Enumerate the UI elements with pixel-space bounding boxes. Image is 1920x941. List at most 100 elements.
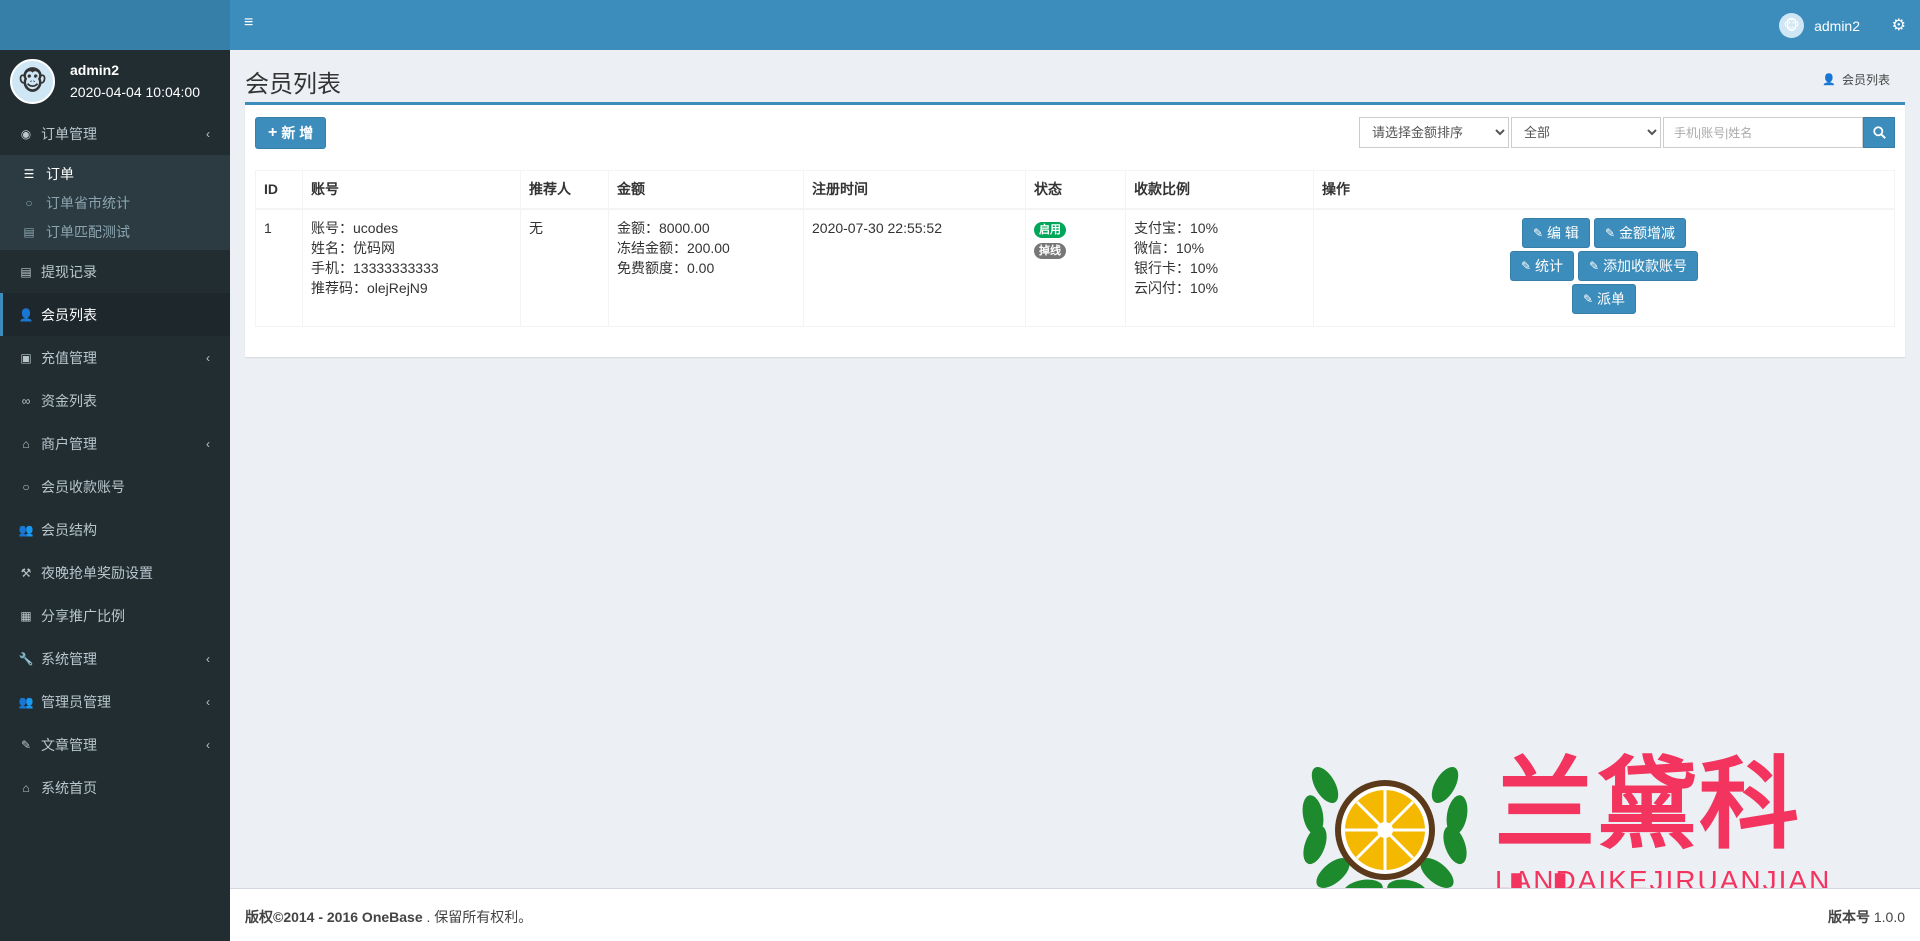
sidebar-item-merchants[interactable]: ⌂ 商户管理 ‹ bbox=[0, 422, 230, 465]
add-member-button[interactable]: + 新 增 bbox=[255, 117, 327, 149]
copyright: 版权©2014 - 2016 OneBase . 保留所有权利。 bbox=[245, 907, 532, 927]
version-label: 版本号 bbox=[1827, 909, 1870, 925]
sidebar-item-label: 会员结构 bbox=[41, 521, 97, 538]
sidebar-item-label: 管理员管理 bbox=[41, 693, 111, 710]
wrench-icon: 🔧 bbox=[18, 651, 34, 666]
sidebar-item-admins[interactable]: 👥 管理员管理 ‹ bbox=[0, 680, 230, 723]
sidebar-item-label: 会员收款账号 bbox=[41, 478, 125, 495]
col-status: 状态 bbox=[1025, 170, 1126, 210]
sidebar-item-orders[interactable]: ◉ 订单管理 ‹ bbox=[0, 112, 230, 155]
watermark-logo: 兰黛科技 LANDAIKEJIRUANJIAN bbox=[1295, 745, 1895, 941]
sidebar-item-label: 夜晚抢单奖励设置 bbox=[41, 564, 153, 581]
col-reg-time: 注册时间 bbox=[803, 170, 1026, 210]
sidebar-item-label: 会员列表 bbox=[41, 306, 97, 323]
sidebar-item-label: 提现记录 bbox=[41, 263, 97, 280]
submenu-item-order[interactable]: ☰ 订单 bbox=[0, 159, 230, 188]
content-header: 会员列表 👤 会员列表 bbox=[230, 50, 1920, 102]
rate-alipay: 支付宝：10% bbox=[1134, 219, 1219, 236]
status-badge-enabled: 启用 bbox=[1034, 221, 1066, 238]
laurel-orange-logo-icon bbox=[1302, 766, 1468, 901]
rate-cloudpay: 云闪付：10% bbox=[1134, 279, 1219, 296]
table-header-row: ID 账号 推荐人 金额 注册时间 状态 收款比例 操作 bbox=[255, 170, 1895, 210]
sidebar-item-label: 分享推广比例 bbox=[41, 607, 125, 624]
copyright-rest: . 保留所有权利。 bbox=[426, 909, 533, 925]
amount-text: 金额：8000.00 bbox=[617, 219, 710, 236]
users-icon: 👥 bbox=[18, 522, 34, 537]
search-input[interactable] bbox=[1663, 117, 1863, 148]
status-filter-select[interactable]: 全部 bbox=[1511, 117, 1661, 148]
sidebar-item-withdrawals[interactable]: ▤ 提现记录 bbox=[0, 250, 230, 293]
phone-text: 手机：13333333333 bbox=[311, 259, 439, 276]
cell-rate: 支付宝：10% 微信：10% 银行卡：10% 云闪付：10% bbox=[1125, 208, 1314, 327]
amount-sort-select[interactable]: 请选择金额排序 bbox=[1359, 117, 1509, 148]
users-icon: 👥 bbox=[18, 694, 34, 709]
chevron-left-icon: ‹ bbox=[206, 350, 210, 365]
sidebar-item-label: 订单管理 bbox=[41, 125, 97, 142]
table-row: 1 账号：ucodes 姓名：优码网 手机：13333333333 推荐码：ol… bbox=[255, 208, 1895, 327]
status-badge-offline: 掉线 bbox=[1034, 242, 1066, 259]
stats-button[interactable]: ✎ 统计 bbox=[1509, 250, 1574, 281]
cell-amount: 金额：8000.00 冻结金额：200.00 免费额度：0.00 bbox=[608, 208, 804, 327]
copyright-bold: 版权©2014 - 2016 OneBase bbox=[245, 909, 423, 925]
user-icon: 👤 bbox=[18, 307, 34, 322]
circle-icon: ○ bbox=[22, 479, 30, 494]
sidebar-item-member-structure[interactable]: 👥 会员结构 bbox=[0, 508, 230, 551]
sidebar-menu: ◉ 订单管理 ‹ ☰ 订单 ○ 订单省市统计 ▤ 订单匹配测试 ▤ 提现记录 👤… bbox=[0, 112, 230, 809]
version: 版本号 1.0.0 bbox=[1828, 907, 1905, 927]
chevron-left-icon: ‹ bbox=[206, 436, 210, 451]
edit-icon: ✎ bbox=[1582, 291, 1594, 306]
add-account-button[interactable]: ✎ 添加收款账号 bbox=[1578, 250, 1699, 281]
col-account: 账号 bbox=[302, 170, 521, 210]
sidebar-item-label: 系统首页 bbox=[41, 779, 97, 796]
version-value: 1.0.0 bbox=[1873, 909, 1905, 925]
top-navbar: ≡ 🐵 admin2 ⚙ bbox=[230, 0, 1920, 50]
sidebar-item-share-ratio[interactable]: ▦ 分享推广比例 bbox=[0, 594, 230, 637]
sidebar-item-label: 充值管理 bbox=[41, 349, 97, 366]
file-icon: ▤ bbox=[23, 224, 35, 239]
edit-icon: ✎ bbox=[1520, 258, 1531, 273]
cell-id: 1 bbox=[255, 208, 303, 327]
submenu-item-match-test[interactable]: ▤ 订单匹配测试 bbox=[0, 217, 230, 246]
cell-reg-time: 2020-07-30 22:55:52 bbox=[803, 208, 1026, 327]
search-icon bbox=[1872, 126, 1886, 139]
sidebar-item-night-reward[interactable]: ⚒ 夜晚抢单奖励设置 bbox=[0, 551, 230, 594]
account-text: 账号：ucodes bbox=[311, 219, 399, 236]
header-user-menu[interactable]: 🐵 admin2 bbox=[1779, 13, 1860, 38]
home-icon: ⌂ bbox=[22, 780, 30, 795]
circle-icon: ○ bbox=[25, 195, 33, 210]
login-time: 2020-04-04 10:04:00 bbox=[70, 84, 200, 100]
cell-account: 账号：ucodes 姓名：优码网 手机：13333333333 推荐码：olej… bbox=[302, 208, 521, 327]
sidebar-item-home[interactable]: ⌂ 系统首页 bbox=[0, 766, 230, 809]
ref-code-text: 推荐码：olejRejN9 bbox=[311, 279, 428, 296]
frozen-text: 冻结金额：200.00 bbox=[617, 239, 730, 256]
sidebar-item-system[interactable]: 🔧 系统管理 ‹ bbox=[0, 637, 230, 680]
sidebar-item-funds[interactable]: ∞ 资金列表 bbox=[0, 379, 230, 422]
cell-referrer: 无 bbox=[520, 208, 609, 327]
sidebar-item-label: 商户管理 bbox=[41, 435, 97, 452]
gears-icon[interactable]: ⚙ bbox=[1892, 15, 1906, 35]
col-id: ID bbox=[255, 170, 303, 210]
sidebar-item-member-accounts[interactable]: ○ 会员收款账号 bbox=[0, 465, 230, 508]
edit-icon: ✎ bbox=[1532, 225, 1544, 240]
sidebar-item-label: 文章管理 bbox=[41, 736, 97, 753]
rate-bank: 银行卡：10% bbox=[1134, 259, 1219, 276]
sidebar-item-label: 资金列表 bbox=[41, 392, 97, 409]
submenu-item-province-stats[interactable]: ○ 订单省市统计 bbox=[0, 188, 230, 217]
image-icon: ▣ bbox=[20, 350, 32, 365]
name-text: 姓名：优码网 bbox=[311, 239, 395, 256]
search-button[interactable] bbox=[1863, 117, 1895, 148]
sidebar-item-members[interactable]: 👤 会员列表 bbox=[0, 293, 230, 336]
user-icon: 👤 bbox=[1822, 74, 1836, 86]
sidebar-item-articles[interactable]: ✎ 文章管理 ‹ bbox=[0, 723, 230, 766]
dispatch-button[interactable]: ✎ 派单 bbox=[1571, 283, 1637, 314]
add-button-label: 新 增 bbox=[281, 125, 314, 141]
chevron-left-icon: ‹ bbox=[206, 737, 210, 752]
edit-button[interactable]: ✎ 编 辑 bbox=[1521, 217, 1590, 248]
sidebar-toggle-icon[interactable]: ≡ bbox=[244, 14, 253, 32]
free-quota-text: 免费额度：0.00 bbox=[617, 259, 715, 276]
sidebar-item-recharge[interactable]: ▣ 充值管理 ‹ bbox=[0, 336, 230, 379]
adjust-amount-button[interactable]: ✎ 金额增减 bbox=[1593, 217, 1686, 248]
user-avatar: 🐵 bbox=[10, 58, 55, 104]
sidebar-logo-area bbox=[0, 0, 230, 50]
circle-dot-icon: ◉ bbox=[20, 126, 32, 141]
